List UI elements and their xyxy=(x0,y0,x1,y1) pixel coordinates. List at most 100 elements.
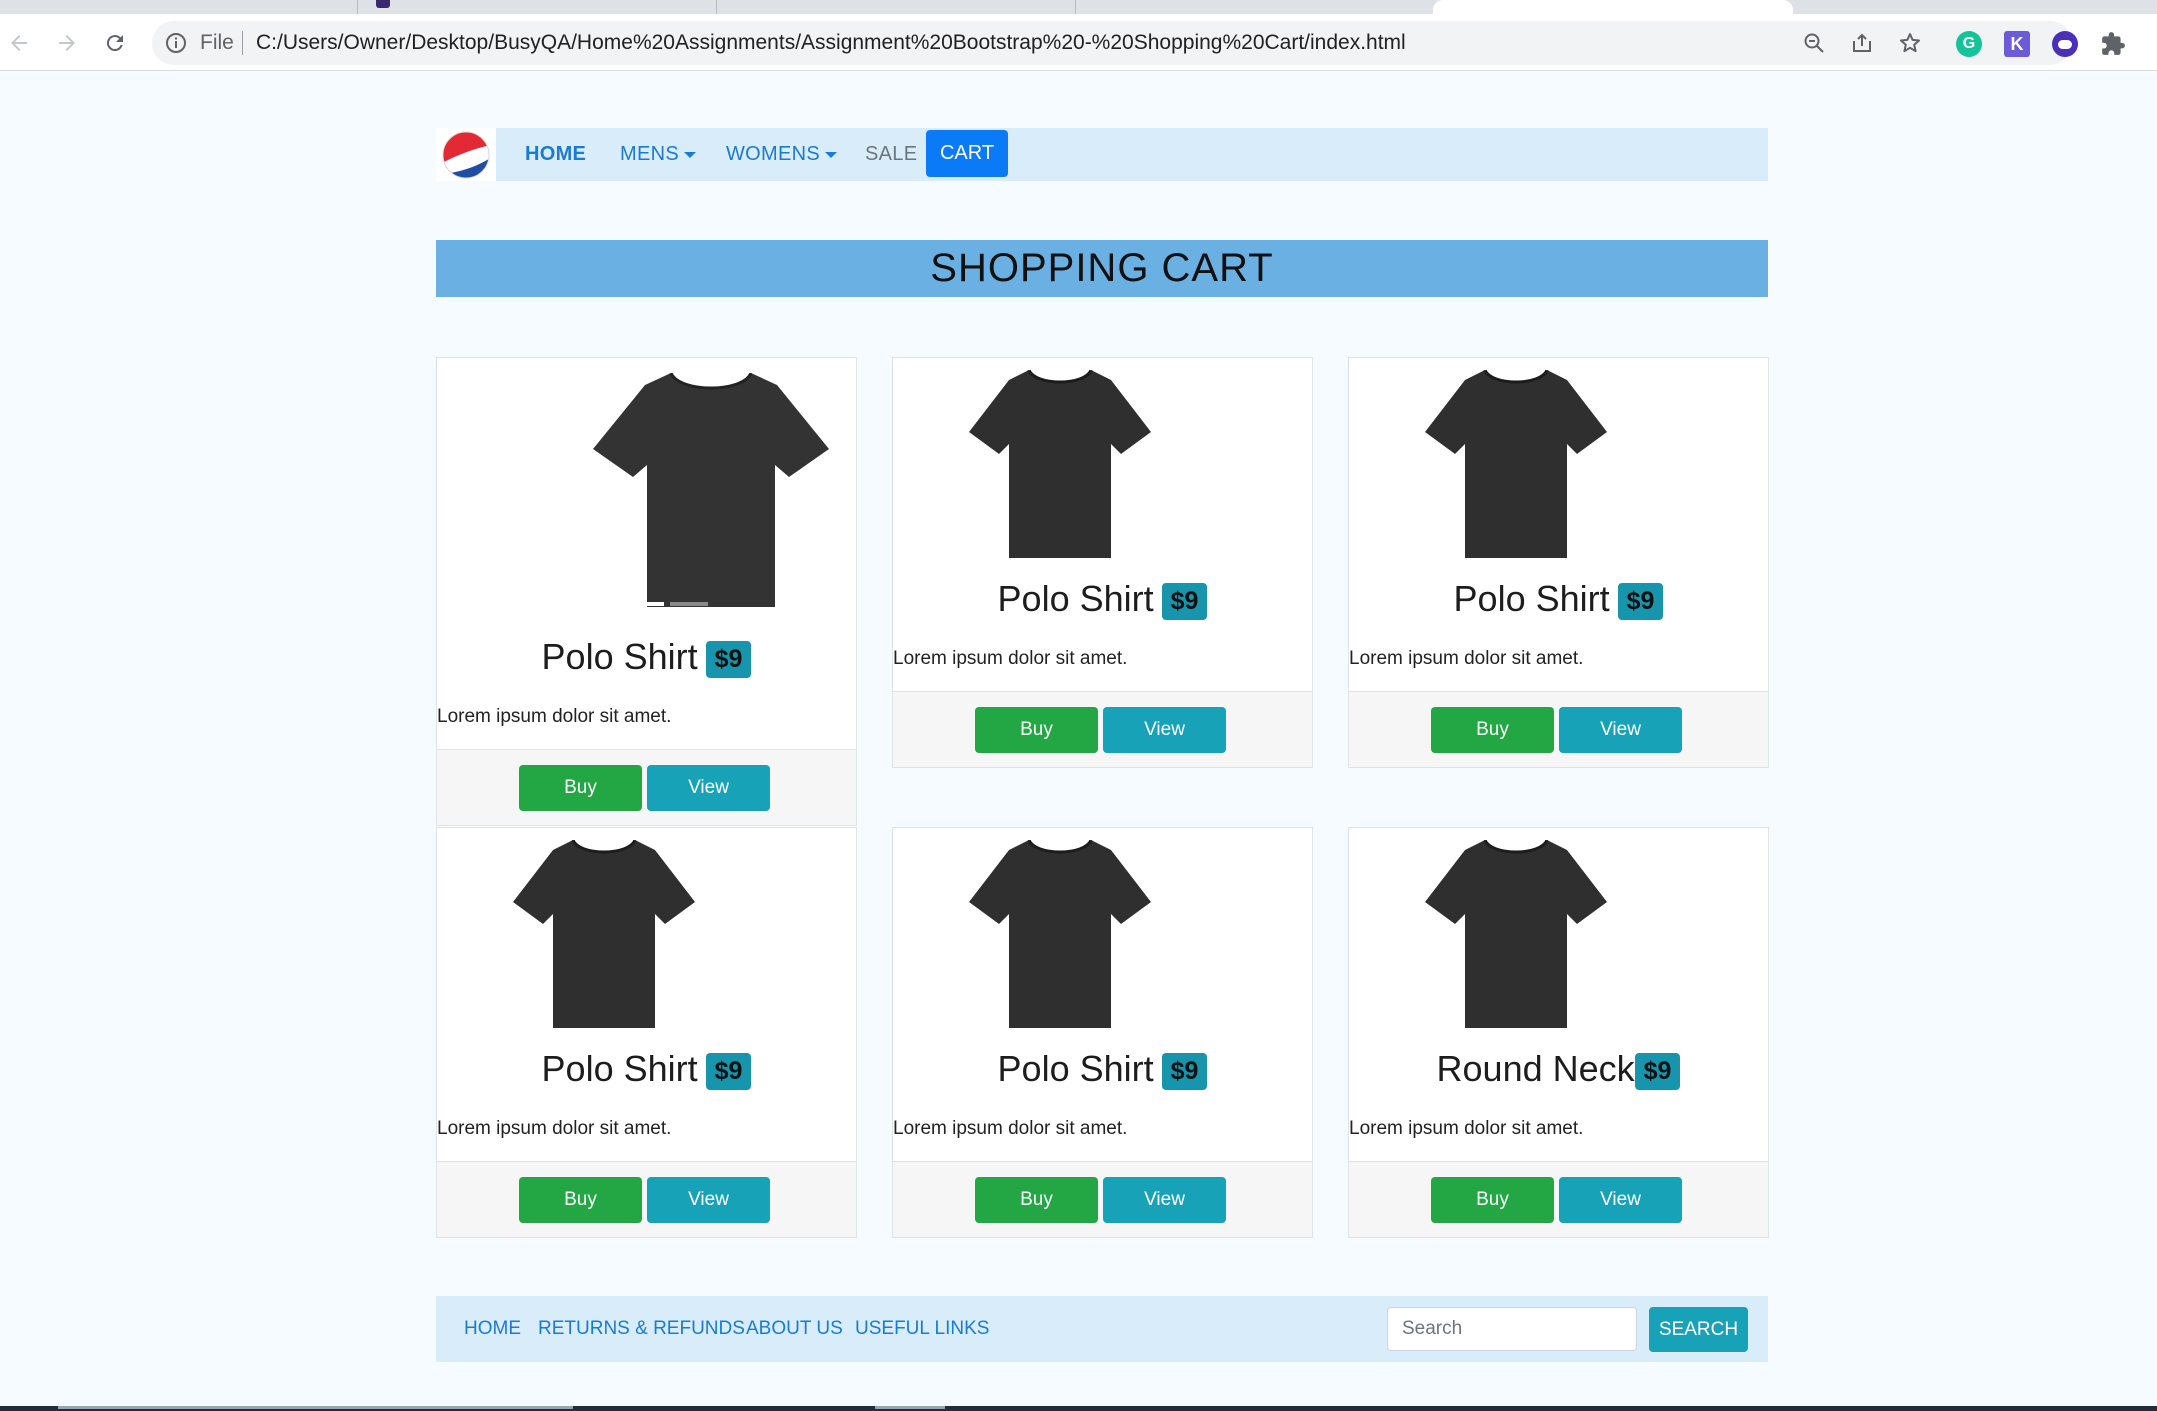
page-title: SHOPPING CART xyxy=(930,246,1274,290)
info-icon[interactable] xyxy=(164,31,188,55)
product-title: Polo Shirt $9 xyxy=(437,636,856,678)
taskbar-item[interactable] xyxy=(58,1406,573,1409)
caret-down-icon xyxy=(683,151,696,158)
product-description: Lorem ipsum dolor sit amet. xyxy=(1349,648,1584,669)
product-description: Lorem ipsum dolor sit amet. xyxy=(1349,1118,1584,1139)
view-button[interactable]: View xyxy=(647,765,770,811)
product-name: Polo Shirt xyxy=(997,1048,1154,1089)
carousel-indicators[interactable] xyxy=(644,602,710,606)
product-title: Polo Shirt $9 xyxy=(893,578,1312,620)
product-card: Polo Shirt $9 Lorem ipsum dolor sit amet.… xyxy=(1348,357,1769,768)
nav-womens-label: WOMENS xyxy=(726,143,821,165)
footer-home-link[interactable]: HOME xyxy=(464,1296,521,1362)
view-button[interactable]: View xyxy=(1559,707,1682,753)
view-button[interactable]: View xyxy=(1559,1177,1682,1223)
brand-logo[interactable] xyxy=(436,128,496,181)
buy-button[interactable]: Buy xyxy=(1431,1177,1554,1223)
price-badge: $9 xyxy=(705,640,752,678)
omnibox-divider xyxy=(242,31,243,55)
nav-cart-button[interactable]: CART xyxy=(926,130,1008,177)
price-badge: $9 xyxy=(1617,582,1664,620)
product-title: Polo Shirt $9 xyxy=(1349,578,1768,620)
carousel-indicator[interactable] xyxy=(670,602,708,606)
product-description: Lorem ipsum dolor sit amet. xyxy=(437,706,672,727)
card-body: Polo Shirt $9 Lorem ipsum dolor sit amet. xyxy=(437,358,856,749)
card-body: Polo Shirt $9 Lorem ipsum dolor sit amet. xyxy=(437,828,856,1161)
url-text[interactable]: C:/Users/Owner/Desktop/BusyQA/Home%20Ass… xyxy=(256,31,1406,55)
main-navbar: HOME MENS WOMENS SALE CART xyxy=(436,128,1768,181)
product-description: Lorem ipsum dolor sit amet. xyxy=(893,1118,1128,1139)
product-title: Polo Shirt $9 xyxy=(893,1048,1312,1090)
forward-icon[interactable] xyxy=(52,28,82,58)
nav-mens-dropdown[interactable]: MENS xyxy=(620,128,696,181)
footer-returns-link[interactable]: RETURNS & REFUNDS xyxy=(538,1296,745,1362)
nav-mens-label: MENS xyxy=(620,143,679,165)
browser-toolbar: File C:/Users/Owner/Desktop/BusyQA/Home%… xyxy=(0,14,2157,71)
price-badge: $9 xyxy=(705,1052,752,1090)
browser-tab-active[interactable] xyxy=(1433,0,1793,14)
buy-button[interactable]: Buy xyxy=(1431,707,1554,753)
product-card: Polo Shirt $9 Lorem ipsum dolor sit amet.… xyxy=(892,357,1313,768)
os-taskbar xyxy=(0,1406,2157,1411)
price-badge: $9 xyxy=(1161,582,1208,620)
card-body: Polo Shirt $9 Lorem ipsum dolor sit amet. xyxy=(893,358,1312,691)
product-title: Polo Shirt $9 xyxy=(437,1048,856,1090)
product-name: Round Neck xyxy=(1436,1048,1635,1089)
shopping-cart-header: SHOPPING CART xyxy=(436,240,1768,297)
buy-button[interactable]: Buy xyxy=(975,707,1098,753)
tshirt-image-icon[interactable] xyxy=(969,370,1151,558)
card-body: Polo Shirt $9 Lorem ipsum dolor sit amet. xyxy=(1349,358,1768,691)
card-footer: Buy View xyxy=(437,1161,856,1237)
taskbar-item[interactable] xyxy=(875,1406,945,1409)
card-body: Round Neck $9 Lorem ipsum dolor sit amet. xyxy=(1349,828,1768,1161)
extensions-puzzle-icon[interactable] xyxy=(2100,31,2126,57)
mask-extension-icon[interactable] xyxy=(2052,31,2078,57)
product-description: Lorem ipsum dolor sit amet. xyxy=(893,648,1128,669)
product-title: Round Neck $9 xyxy=(1349,1048,1768,1090)
tshirt-image-icon[interactable] xyxy=(1425,370,1607,558)
view-button[interactable]: View xyxy=(1103,707,1226,753)
product-name: Polo Shirt xyxy=(541,1048,698,1089)
address-bar[interactable]: File C:/Users/Owner/Desktop/BusyQA/Home%… xyxy=(152,21,2072,65)
bookmark-star-icon[interactable] xyxy=(1898,31,1922,55)
page-footer: HOME RETURNS & REFUNDS ABOUT US USEFUL L… xyxy=(436,1296,1768,1362)
share-icon[interactable] xyxy=(1850,31,1874,55)
buy-button[interactable]: Buy xyxy=(519,1177,642,1223)
caret-down-icon xyxy=(825,151,838,158)
footer-useful-links[interactable]: USEFUL LINKS xyxy=(855,1296,989,1362)
card-footer: Buy View xyxy=(1349,1161,1768,1237)
carousel-indicator-active[interactable] xyxy=(644,602,664,606)
search-button[interactable]: SEARCH xyxy=(1649,1307,1748,1352)
footer-about-link[interactable]: ABOUT US xyxy=(746,1296,843,1362)
back-icon[interactable] xyxy=(4,28,34,58)
price-badge: $9 xyxy=(1161,1052,1208,1090)
product-name: Polo Shirt xyxy=(541,636,698,677)
tshirt-image-icon[interactable] xyxy=(969,840,1151,1028)
product-description: Lorem ipsum dolor sit amet. xyxy=(437,1118,672,1139)
tab-divider xyxy=(1075,0,1076,14)
nav-sale-link[interactable]: SALE xyxy=(865,128,917,181)
nav-home-link[interactable]: HOME xyxy=(525,128,586,181)
tshirt-image-icon[interactable] xyxy=(593,373,829,607)
buy-button[interactable]: Buy xyxy=(975,1177,1098,1223)
product-card: Polo Shirt $9 Lorem ipsum dolor sit amet.… xyxy=(436,827,857,1238)
search-input[interactable] xyxy=(1387,1307,1637,1351)
product-name: Polo Shirt xyxy=(1453,578,1610,619)
card-footer: Buy View xyxy=(893,691,1312,767)
view-button[interactable]: View xyxy=(1103,1177,1226,1223)
grammarly-extension-icon[interactable]: G xyxy=(1956,31,1982,57)
tab-favicon-icon xyxy=(376,0,390,8)
view-button[interactable]: View xyxy=(647,1177,770,1223)
zoom-out-icon[interactable] xyxy=(1802,31,1826,55)
buy-button[interactable]: Buy xyxy=(519,765,642,811)
card-footer: Buy View xyxy=(437,749,856,825)
pepsi-logo-icon xyxy=(442,131,490,178)
price-badge: $9 xyxy=(1634,1052,1681,1090)
tab-divider xyxy=(716,0,717,14)
reload-icon[interactable] xyxy=(100,28,130,58)
k-extension-icon[interactable]: K xyxy=(2004,31,2030,57)
nav-womens-dropdown[interactable]: WOMENS xyxy=(726,128,838,181)
tshirt-image-icon[interactable] xyxy=(513,840,695,1028)
tshirt-image-icon[interactable] xyxy=(1425,840,1607,1028)
product-name: Polo Shirt xyxy=(997,578,1154,619)
